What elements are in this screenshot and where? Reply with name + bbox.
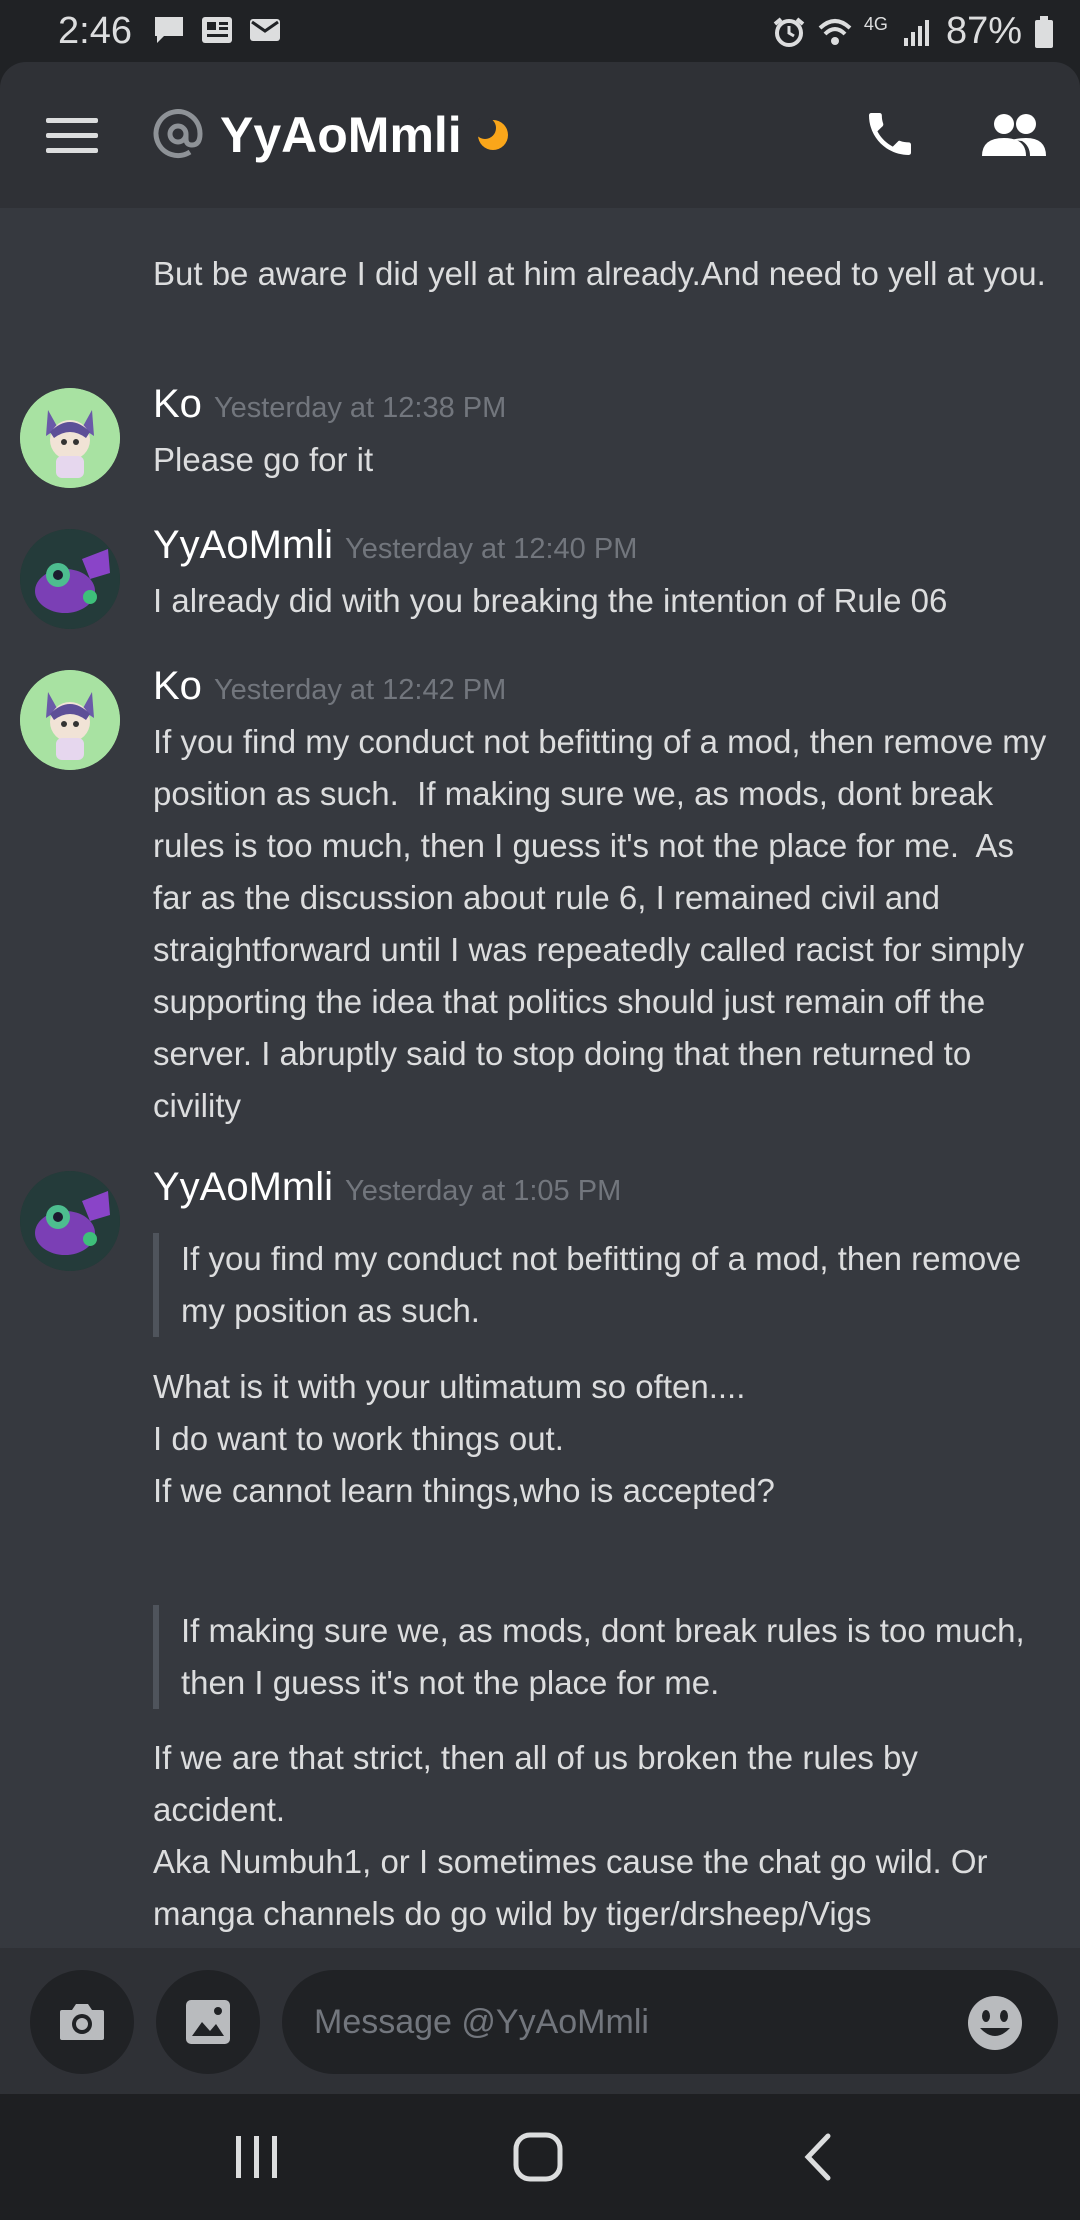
author-name[interactable]: YyAoMmli bbox=[153, 1165, 333, 1209]
notification-icons bbox=[152, 14, 282, 46]
message-author[interactable]: Ko Yesterday at 12:42 PM bbox=[153, 664, 506, 709]
avatar[interactable] bbox=[20, 529, 120, 629]
members-icon[interactable] bbox=[982, 110, 1046, 160]
mail-icon bbox=[250, 19, 280, 41]
moon-icon bbox=[476, 118, 508, 150]
block-quote: If you find my conduct not befitting of … bbox=[153, 1233, 1053, 1337]
status-right: 4G 87% bbox=[772, 10, 1054, 53]
menu-icon[interactable] bbox=[46, 116, 98, 156]
block-quote: If making sure we, as mods, dont break r… bbox=[153, 1605, 1053, 1709]
avatar[interactable] bbox=[20, 1171, 120, 1271]
chat-bubble-icon bbox=[155, 17, 183, 43]
message-text: If we are that strict, then all of us br… bbox=[153, 1739, 988, 1932]
message-text: But be aware I did yell at him already.A… bbox=[153, 255, 1046, 292]
camera-button[interactable] bbox=[30, 1970, 134, 2074]
battery-percent: 87% bbox=[945, 10, 1022, 52]
emoji-icon[interactable] bbox=[966, 1994, 1024, 2052]
avatar-image bbox=[20, 670, 120, 770]
message-text: If you find my conduct not befitting of … bbox=[153, 723, 1056, 1124]
gallery-button[interactable] bbox=[156, 1970, 260, 2074]
message-text: Please go for it bbox=[153, 441, 374, 478]
wifi-icon bbox=[818, 18, 852, 45]
avatar-image bbox=[20, 529, 120, 629]
battery-icon bbox=[1035, 15, 1053, 48]
author-name[interactable]: Ko bbox=[153, 664, 202, 708]
dm-title: YyAoMmli bbox=[220, 107, 462, 163]
message-timestamp: Yesterday at 1:05 PM bbox=[345, 1175, 622, 1207]
image-icon bbox=[186, 2000, 230, 2044]
avatar[interactable] bbox=[20, 670, 120, 770]
message-timestamp: Yesterday at 12:38 PM bbox=[213, 392, 507, 424]
message-author[interactable]: YyAoMmli Yesterday at 1:05 PM bbox=[153, 1165, 621, 1210]
message-list[interactable]: But be aware I did yell at him already.A… bbox=[0, 208, 1080, 1948]
avatar-image bbox=[20, 1171, 120, 1271]
home-icon[interactable] bbox=[508, 2130, 568, 2184]
message-text: I already did with you breaking the inte… bbox=[153, 582, 948, 619]
avatar[interactable] bbox=[20, 388, 120, 488]
status-time: 2:46 bbox=[58, 10, 132, 52]
author-name[interactable]: YyAoMmli bbox=[153, 523, 333, 567]
status-bar: 2:46 4G 87% bbox=[0, 0, 1080, 62]
system-nav-bar bbox=[0, 2094, 1080, 2220]
network-type: 4G bbox=[863, 14, 888, 34]
message-timestamp: Yesterday at 12:40 PM bbox=[345, 533, 638, 565]
back-icon[interactable] bbox=[790, 2130, 850, 2184]
recent-apps-icon[interactable] bbox=[226, 2130, 286, 2184]
message-text: What is it with your ultimatum so often.… bbox=[153, 1368, 775, 1509]
alarm-icon bbox=[773, 16, 805, 47]
call-icon[interactable] bbox=[862, 106, 918, 162]
author-name[interactable]: Ko bbox=[153, 382, 202, 426]
camera-icon bbox=[60, 2004, 104, 2040]
news-icon bbox=[202, 17, 232, 43]
avatar-image bbox=[20, 388, 120, 488]
message-input[interactable] bbox=[282, 1970, 1058, 2074]
signal-icon bbox=[903, 19, 929, 46]
message-author[interactable]: Ko Yesterday at 12:38 PM bbox=[153, 382, 506, 427]
message-author[interactable]: YyAoMmli Yesterday at 12:40 PM bbox=[153, 523, 637, 568]
message-timestamp: Yesterday at 12:42 PM bbox=[213, 674, 507, 706]
channel-header: YyAoMmli bbox=[0, 62, 1080, 208]
message-composer bbox=[0, 1948, 1080, 2094]
at-icon bbox=[153, 109, 203, 159]
